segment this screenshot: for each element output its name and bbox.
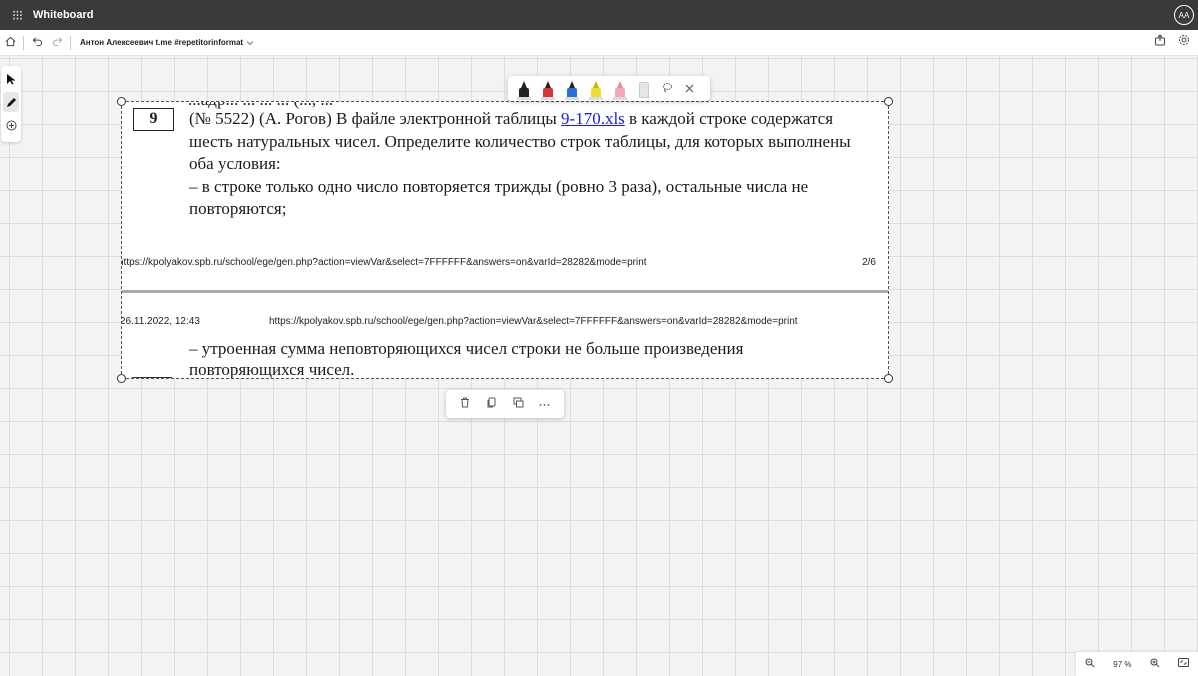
task-line-7: повторяющихся чисел. — [189, 360, 355, 378]
close-icon[interactable] — [680, 82, 698, 96]
blue-pen[interactable] — [562, 78, 582, 100]
resize-handle[interactable] — [117, 97, 126, 106]
task-line-5: повторяются; — [189, 199, 287, 218]
pen-toolbar — [508, 76, 710, 101]
task-line-4: – в строке только одно число повторяется… — [189, 176, 809, 196]
resize-handle[interactable] — [117, 374, 126, 383]
yellow-highlighter[interactable] — [586, 78, 606, 100]
document-page: ...адр... ... ... ... (..., ... 9 (№ 552… — [122, 102, 888, 290]
eraser[interactable] — [634, 78, 654, 100]
settings-icon[interactable] — [1174, 34, 1194, 49]
more-icon[interactable] — [535, 398, 555, 410]
fit-to-screen-icon[interactable] — [1177, 658, 1189, 670]
header-url: https://kpolyakov.spb.ru/school/ege/gen.… — [269, 316, 798, 327]
task-line-3: оба условия: — [189, 154, 281, 173]
divider — [23, 35, 24, 50]
delete-icon[interactable] — [455, 397, 475, 411]
add-tool[interactable] — [3, 115, 19, 135]
document-page: 26.11.2022, 12:43 https://kpolyakov.spb.… — [122, 293, 888, 378]
task-text: (№ 5522) (А. Рогов) В файле электронной … — [189, 109, 562, 128]
task-line-1: (№ 5522) (А. Рогов) В файле электронной … — [189, 108, 833, 131]
redo-icon[interactable] — [47, 36, 67, 50]
task-text: в каждой строке содержатся — [624, 109, 834, 128]
copy-icon[interactable] — [482, 397, 502, 411]
task-number: 9 — [133, 108, 174, 131]
title-bar: ⁝⁝⁝ Whiteboard AA — [0, 0, 1198, 30]
resize-handle[interactable] — [884, 374, 893, 383]
resize-handle[interactable] — [884, 97, 893, 106]
tool-rail — [1, 66, 21, 142]
duplicate-icon[interactable] — [508, 397, 528, 411]
lasso-icon[interactable] — [658, 82, 676, 96]
divider — [70, 35, 71, 50]
share-icon[interactable] — [1150, 34, 1170, 49]
command-bar: Антон Алексеевич t.me #repetitorinformat — [0, 30, 1198, 56]
chevron-down-icon[interactable] — [246, 38, 254, 48]
select-tool[interactable] — [3, 69, 19, 89]
task-line-2: шесть натуральных чисел. Определите коли… — [189, 131, 851, 151]
undo-icon[interactable] — [27, 36, 47, 50]
black-pen[interactable] — [514, 78, 534, 100]
board-name[interactable]: Антон Алексеевич t.me #repetitorinformat — [80, 38, 243, 47]
pink-highlighter[interactable] — [610, 78, 630, 100]
zoom-level[interactable]: 97 % — [1113, 660, 1131, 669]
zoom-out-icon[interactable] — [1085, 658, 1095, 671]
zoom-bar: 97 % — [1076, 652, 1198, 676]
app-title: Whiteboard — [33, 9, 94, 21]
context-menu — [446, 390, 564, 418]
zoom-in-icon[interactable] — [1150, 658, 1160, 671]
app-launcher-icon[interactable]: ⁝⁝⁝ — [4, 7, 30, 24]
divider — [132, 377, 172, 378]
xls-link[interactable]: 9-170.xls — [561, 109, 625, 128]
task-line-6: – утроенная сумма неповторяющихся чисел … — [189, 339, 744, 358]
footer-page-number: 2/6 — [862, 257, 876, 268]
footer-url: https://kpolyakov.spb.ru/school/ege/gen.… — [122, 257, 647, 268]
selected-image[interactable]: ...адр... ... ... ... (..., ... 9 (№ 552… — [117, 97, 893, 383]
avatar[interactable]: AA — [1174, 5, 1194, 25]
pen-tool[interactable] — [3, 92, 19, 112]
red-pen[interactable] — [538, 78, 558, 100]
home-icon[interactable] — [0, 36, 20, 50]
header-date: 26.11.2022, 12:43 — [122, 316, 200, 327]
